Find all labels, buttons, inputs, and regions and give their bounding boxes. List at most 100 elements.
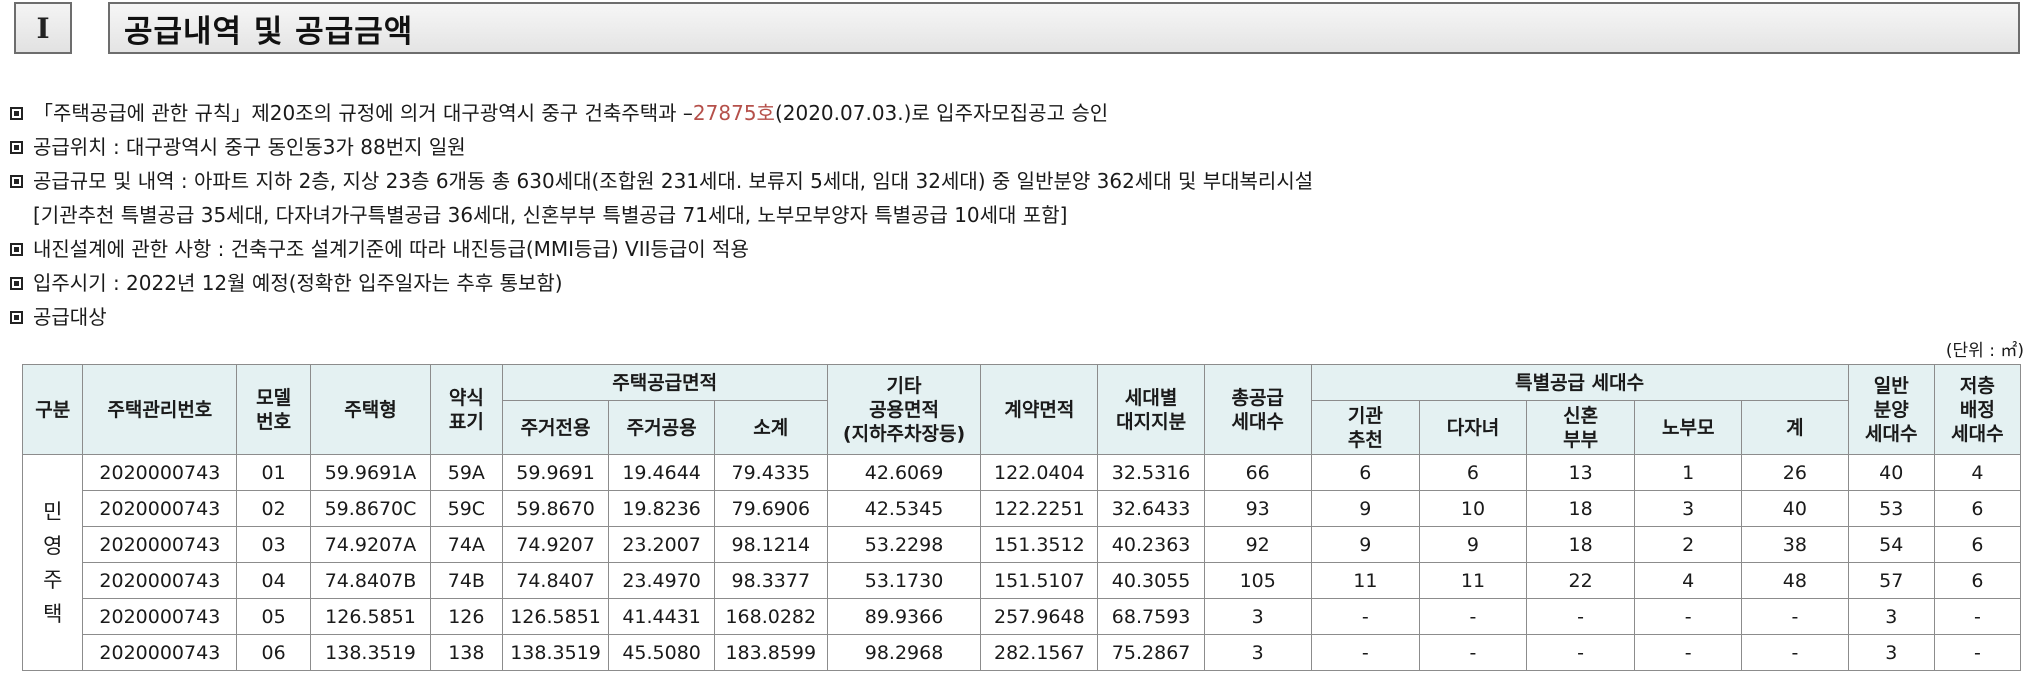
cell-abbr: 126 xyxy=(429,598,503,635)
cell-inst: - xyxy=(1310,634,1421,671)
cell-elderly: - xyxy=(1634,634,1743,671)
cell-newly: - xyxy=(1525,598,1636,635)
cell-subtotal: 79.4335 xyxy=(713,454,828,491)
cell-inst: - xyxy=(1310,598,1421,635)
cell-total: 3 xyxy=(1203,634,1312,671)
cell-floor: 6 xyxy=(1933,562,2022,599)
cell-land: 40.2363 xyxy=(1097,526,1205,563)
col-low-floor: 저층 배정 세대수 xyxy=(1933,364,2022,455)
cell-total: 66 xyxy=(1203,454,1312,491)
cell-inst: 6 xyxy=(1310,454,1421,491)
cell-floor: - xyxy=(1933,598,2022,635)
notice-approval-date: (2020.07.03.)로 입주자모집공고 승인 xyxy=(774,101,1109,125)
notice-location-text: 공급위치 : 대구광역시 중구 동인동3가 88번지 일원 xyxy=(33,135,466,159)
cell-housing-no: 2020000743 xyxy=(82,454,238,491)
cell-housing-no: 2020000743 xyxy=(82,634,238,671)
cell-contract: 122.2251 xyxy=(980,490,1099,527)
cell-exclusive: 74.8407 xyxy=(501,562,610,599)
notice-approval: 「주택공급에 관한 규칙」제20조의 규정에 의거 대구광역시 중구 건축주택과… xyxy=(10,96,2000,130)
cell-housing-no: 2020000743 xyxy=(82,490,238,527)
square-bullet-icon xyxy=(10,174,23,188)
col-group-supply-area: 주택공급면적 xyxy=(501,364,828,401)
notice-list: 「주택공급에 관한 규칙」제20조의 규정에 의거 대구광역시 중구 건축주택과… xyxy=(10,96,2000,334)
cell-land: 32.5316 xyxy=(1097,454,1205,491)
cell-newly: 22 xyxy=(1525,562,1636,599)
col-model: 모델 번호 xyxy=(236,364,312,455)
category-char: 택 xyxy=(43,601,63,626)
category-char: 민 xyxy=(43,499,63,524)
cell-multi: - xyxy=(1419,634,1527,671)
cell-total: 92 xyxy=(1203,526,1312,563)
col-institution: 기관 추천 xyxy=(1310,400,1421,455)
cell-multi: - xyxy=(1419,598,1527,635)
cell-inst: 9 xyxy=(1310,490,1421,527)
col-elderly: 노부모 xyxy=(1634,400,1743,455)
cell-multi: 6 xyxy=(1419,454,1527,491)
table-row: 민 영 주 택 2020000743 01 59.9691A 59A 59.9691 19.464… xyxy=(21,454,2022,671)
cell-newly: - xyxy=(1525,634,1636,671)
cell-elderly: 3 xyxy=(1634,490,1743,527)
col-exclusive: 주거전용 xyxy=(501,400,610,455)
section-title: 공급내역 및 공급금액 xyxy=(108,2,2020,54)
category-char: 영 xyxy=(43,533,63,558)
cell-elderly: 2 xyxy=(1634,526,1743,563)
col-type: 주택형 xyxy=(310,364,431,455)
table-header-row: 구분 주택관리번호 모델 번호 주택형 약식 표기 주택공급면적 기타 공용면적… xyxy=(21,364,2022,455)
cell-model: 02 xyxy=(236,490,312,527)
cell-exclusive: 59.8670 xyxy=(501,490,610,527)
cell-subtotal: 168.0282 xyxy=(713,598,828,635)
table-row: 2020000743 06 138.3519 138 138.3519 45.5080 18… xyxy=(23,634,2022,671)
cell-abbr: 74B xyxy=(429,562,503,599)
notice-location: 공급위치 : 대구광역시 중구 동인동3가 88번지 일원 xyxy=(10,130,2000,164)
cell-type: 74.8407B xyxy=(310,562,431,599)
cell-contract: 282.1567 xyxy=(980,634,1099,671)
cell-abbr: 138 xyxy=(429,634,503,671)
cell-subtotal: 79.6906 xyxy=(713,490,828,527)
cell-common: 23.2007 xyxy=(608,526,715,563)
cell-model: 04 xyxy=(236,562,312,599)
cell-exclusive: 126.5851 xyxy=(501,598,610,635)
cell-special-sum: 40 xyxy=(1741,490,1849,527)
cell-other: 53.2298 xyxy=(826,526,982,563)
notice-move-in-text: 입주시기 : 2022년 12월 예정(정확한 입주일자는 추후 통보함) xyxy=(33,271,563,295)
square-bullet-icon xyxy=(10,242,23,256)
col-category: 구분 xyxy=(21,364,84,455)
cell-common: 23.4970 xyxy=(608,562,715,599)
table-body: 민 영 주 택 2020000743 01 59.9691A 59A 59.9691 19.464… xyxy=(21,454,2022,671)
cell-other: 42.6069 xyxy=(826,454,982,491)
cell-abbr: 59C xyxy=(429,490,503,527)
cell-common: 41.4431 xyxy=(608,598,715,635)
cell-land: 75.2867 xyxy=(1097,634,1205,671)
col-general: 일반 분양 세대수 xyxy=(1847,364,1935,455)
cell-total: 105 xyxy=(1203,562,1312,599)
notice-approval-text: 「주택공급에 관한 규칙」제20조의 규정에 의거 대구광역시 중구 건축주택과… xyxy=(33,101,693,125)
section-header: I 공급내역 및 공급금액 xyxy=(14,0,2020,58)
cell-abbr: 59A xyxy=(429,454,503,491)
square-bullet-icon xyxy=(10,276,23,290)
cell-type: 126.5851 xyxy=(310,598,431,635)
category-cell: 민영주택 xyxy=(21,454,84,671)
cell-abbr: 74A xyxy=(429,526,503,563)
cell-floor: - xyxy=(1933,634,2022,671)
col-total-supply: 총공급 세대수 xyxy=(1203,364,1312,455)
cell-subtotal: 98.1214 xyxy=(713,526,828,563)
square-bullet-icon xyxy=(10,106,23,120)
cell-other: 42.5345 xyxy=(826,490,982,527)
cell-elderly: 4 xyxy=(1634,562,1743,599)
cell-total: 3 xyxy=(1203,598,1312,635)
section-number: I xyxy=(14,2,72,54)
cell-special-sum: - xyxy=(1741,598,1849,635)
cell-model: 01 xyxy=(236,454,312,491)
col-special-sum: 계 xyxy=(1741,400,1849,455)
cell-elderly: - xyxy=(1634,598,1743,635)
cell-contract: 151.5107 xyxy=(980,562,1099,599)
cell-other: 53.1730 xyxy=(826,562,982,599)
col-common: 주거공용 xyxy=(608,400,715,455)
cell-land: 32.6433 xyxy=(1097,490,1205,527)
cell-type: 138.3519 xyxy=(310,634,431,671)
cell-newly: 18 xyxy=(1525,526,1636,563)
cell-type: 74.9207A xyxy=(310,526,431,563)
cell-special-sum: - xyxy=(1741,634,1849,671)
table-row: 2020000743 02 59.8670C 59C 59.8670 19.8236 79.… xyxy=(23,490,2022,527)
notice-scale-text: 공급규모 및 내역 : 아파트 지하 2층, 지상 23층 6개동 총 630세… xyxy=(33,169,1314,193)
